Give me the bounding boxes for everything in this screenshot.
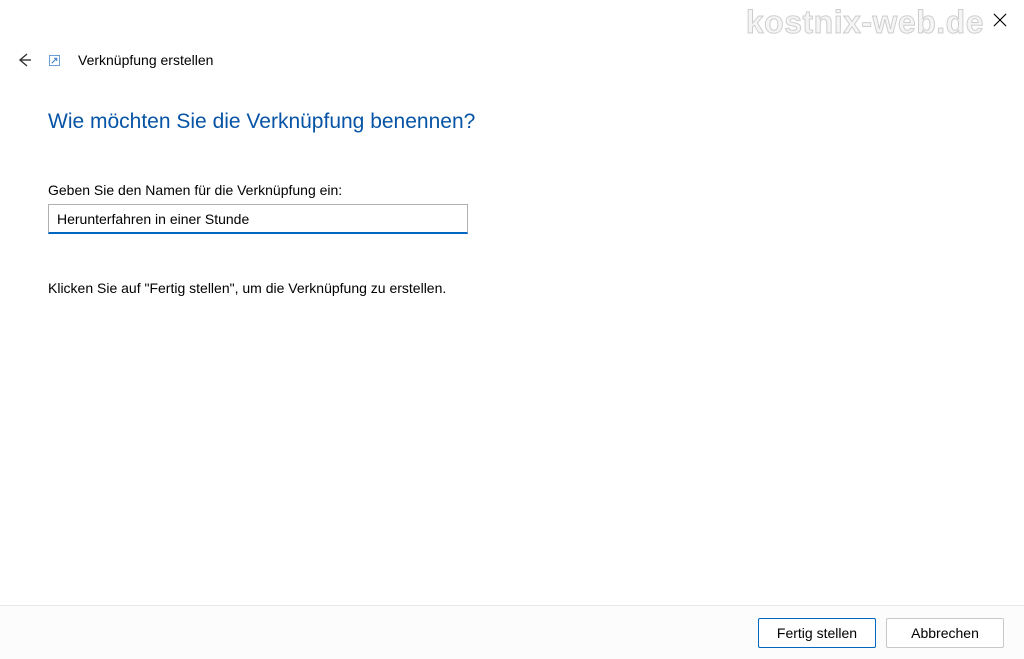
close-button[interactable] [986, 6, 1014, 34]
back-arrow-icon [16, 52, 32, 68]
wizard-instruction: Klicken Sie auf "Fertig stellen", um die… [48, 280, 976, 296]
wizard-title: Verknüpfung erstellen [78, 52, 213, 68]
shortcut-icon [48, 54, 60, 66]
finish-button[interactable]: Fertig stellen [758, 618, 876, 648]
wizard-footer: Fertig stellen Abbrechen [0, 605, 1024, 659]
name-field-label: Geben Sie den Namen für die Verknüpfung … [48, 182, 976, 198]
wizard-question: Wie möchten Sie die Verknüpfung benennen… [48, 110, 976, 134]
wizard-header: Verknüpfung erstellen [14, 50, 213, 70]
cancel-button[interactable]: Abbrechen [886, 618, 1004, 648]
back-button[interactable] [14, 50, 34, 70]
wizard-content: Wie möchten Sie die Verknüpfung benennen… [48, 110, 976, 296]
shortcut-name-input[interactable] [48, 204, 468, 234]
watermark-text: kostnix-web.de [746, 4, 984, 41]
close-icon [993, 13, 1007, 27]
